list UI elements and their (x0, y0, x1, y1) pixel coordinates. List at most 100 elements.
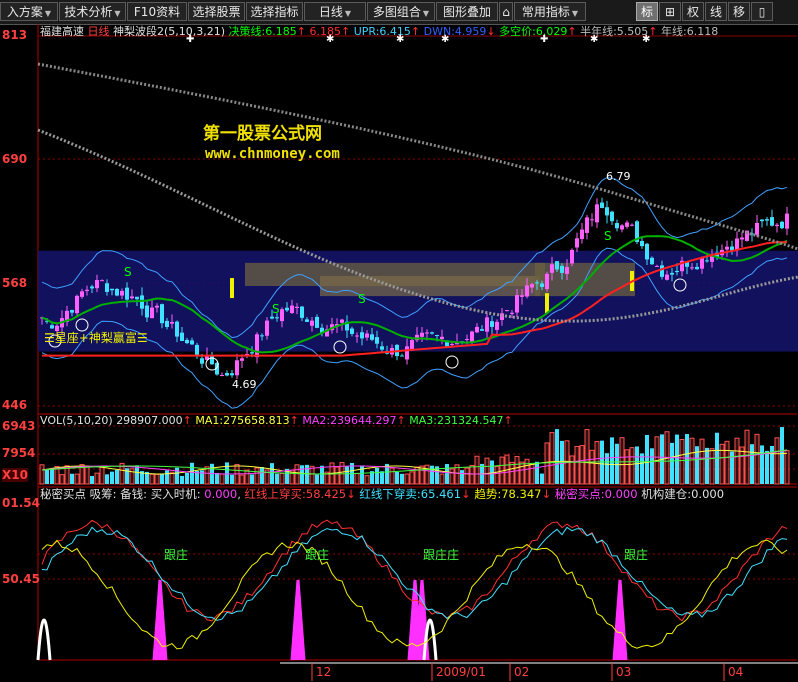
candle-body (550, 264, 554, 273)
candle-body (80, 291, 84, 297)
grid-button[interactable]: ⊞ (659, 2, 681, 21)
candle-body (375, 337, 379, 344)
volume-bar (709, 448, 715, 485)
volume-bar (699, 438, 705, 485)
volume-bar (689, 437, 695, 485)
candle-body (580, 229, 584, 240)
label: 日线 (318, 5, 343, 19)
volume-bar (555, 429, 559, 484)
candle-body (225, 372, 229, 376)
toolbar-daily-button[interactable]: 日线 ▼ (304, 2, 366, 21)
chart-canvas[interactable]: 12 2009/01 02 03 04 (0, 24, 798, 682)
line-button[interactable]: 线 (705, 2, 727, 21)
volume-header: VOL(5,10,20) 298907.000↑ MA1:275658.813↑… (40, 414, 513, 427)
candle-body (560, 265, 564, 273)
candle-body (135, 296, 139, 300)
volume-bar (594, 441, 600, 485)
volume-bar (615, 443, 619, 484)
legend-upr-label: UPR: (353, 25, 380, 38)
candle-body (275, 317, 279, 319)
candle-body (365, 333, 369, 338)
window-button[interactable]: ▯ (751, 2, 773, 21)
candle-body (150, 307, 154, 319)
toolbar-f10-button[interactable]: F10资料 (127, 2, 187, 21)
volume-bar (579, 445, 585, 485)
rights-button[interactable]: 权 (682, 2, 704, 21)
candle-body (350, 328, 354, 334)
candle-body (240, 358, 244, 361)
move-button[interactable]: 移 (728, 2, 750, 21)
lock-button[interactable]: ⌂ (499, 2, 513, 21)
toolbar-multi-chart-button[interactable]: 多图组合 ▼ (367, 2, 435, 21)
volume-bar (754, 433, 760, 485)
volume-bar (744, 429, 750, 485)
candle-body (740, 237, 744, 240)
candle-body (475, 326, 479, 333)
volume-bar (540, 473, 544, 484)
toolbar-select-stock-button[interactable]: 选择股票 (188, 2, 245, 21)
label: 选择指标 (250, 5, 299, 19)
candle-body (535, 282, 539, 284)
volume-bar (469, 464, 475, 485)
volume-bars (39, 427, 790, 485)
volume-bar (760, 445, 764, 484)
candle-body (495, 321, 499, 330)
candle-body (130, 296, 134, 299)
volume-bar (244, 469, 250, 485)
low-price-label: 4.69 (232, 378, 257, 391)
candle-body (435, 334, 439, 336)
tag-follow-dealer: 跟庄 (164, 548, 189, 562)
volume-bar (404, 473, 410, 485)
volume-bar (380, 471, 384, 484)
candle-body (515, 295, 519, 313)
vol-ma1: 275658.813 (223, 414, 290, 427)
volume-bar (190, 462, 194, 484)
volume-bar (74, 473, 80, 485)
stock-name: 福建高速 (40, 25, 84, 38)
candle-body (610, 211, 614, 222)
candle-body (770, 217, 774, 226)
star-marker: ✱ (326, 34, 335, 45)
candle-body (675, 270, 679, 273)
volume-bar (409, 471, 415, 485)
date-axis: 12 2009/01 02 03 04 (280, 662, 798, 681)
star-marker: ✱ (441, 34, 450, 45)
date-label: 2009/01 (436, 665, 486, 679)
volume-bar (334, 466, 340, 485)
toolbar-scheme-button[interactable]: 入方案 ▼ (0, 2, 58, 21)
volume-bar (705, 447, 709, 484)
volume-bar (175, 467, 179, 484)
candle-body (200, 358, 204, 364)
candle-body (785, 213, 789, 229)
signal-s: S (272, 302, 280, 316)
toolbar-common-indicator-button[interactable]: 常用指标 ▼ (514, 2, 586, 21)
candle-body (235, 360, 239, 376)
window-icon: ▯ (758, 5, 766, 19)
candle-body (605, 207, 609, 216)
candle-body (665, 274, 669, 280)
candle-body (265, 320, 269, 336)
mark-button[interactable]: 标 (636, 2, 658, 21)
volume-bar (94, 472, 100, 485)
osc-inst-value: 0.000 (691, 487, 725, 501)
watermark-url: www.chnmoney.com (205, 146, 340, 162)
candle-body (250, 352, 254, 354)
candle-body (370, 334, 374, 340)
toolbar-tech-analysis-button[interactable]: 技术分析 ▼ (59, 2, 126, 21)
main-header: 福建高速 日线 神梨波段2(5,10,3,21) 决策线:6.185↑ 6.18… (40, 25, 719, 38)
star-marker: ✚ (540, 34, 549, 45)
volume-bar (449, 468, 455, 485)
toolbar-select-indicator-button[interactable]: 选择指标 (246, 2, 303, 21)
tag-follow-dealer: 跟庄 (305, 548, 330, 562)
candle-body (300, 306, 304, 318)
candle-body (70, 310, 74, 313)
candle-body (195, 344, 199, 355)
candle-body (425, 332, 429, 334)
volume-bar (254, 467, 260, 485)
label: 选择股票 (192, 5, 241, 19)
volume-bar (300, 465, 304, 484)
candle-body (410, 340, 414, 350)
date-label: 03 (616, 665, 631, 679)
toolbar-overlay-button[interactable]: 图形叠加 (436, 2, 498, 21)
candle-body (255, 334, 259, 358)
